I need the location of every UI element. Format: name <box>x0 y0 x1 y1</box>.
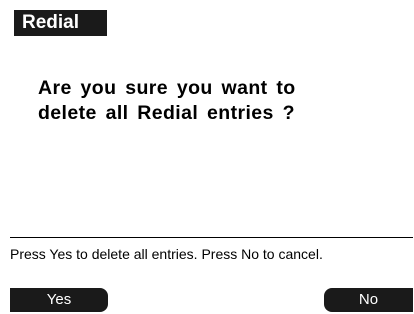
confirm-message-line-2: delete all Redial entries ? <box>38 102 295 124</box>
confirm-message-line-1: Are you sure you want to <box>38 77 296 99</box>
divider <box>10 237 413 238</box>
screen-title: Redial <box>14 10 107 36</box>
yes-button[interactable]: Yes <box>10 288 108 312</box>
help-text: Press Yes to delete all entries. Press N… <box>10 246 323 262</box>
phone-screen: Redial Are you sure you want to delete a… <box>10 8 413 313</box>
no-button[interactable]: No <box>324 288 413 312</box>
confirm-message: Are you sure you want to delete all Redi… <box>38 76 398 126</box>
